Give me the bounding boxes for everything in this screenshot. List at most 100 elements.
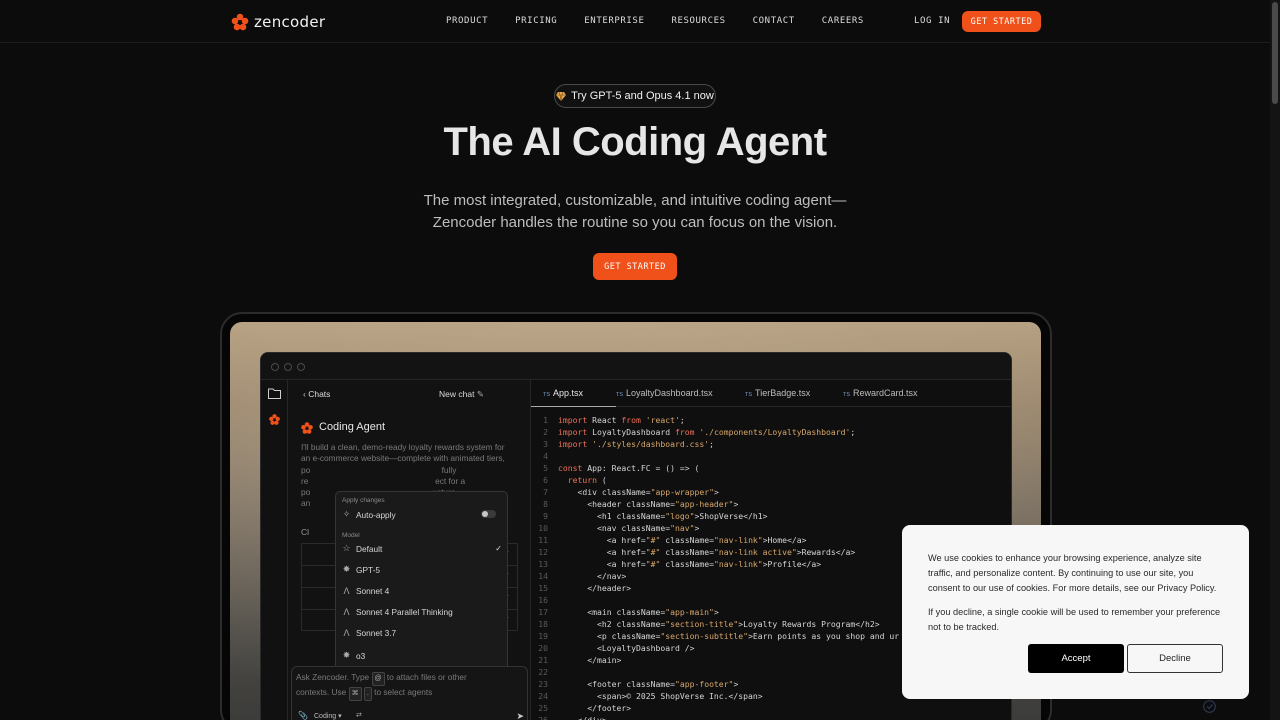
code-text: <main className="app-main"> [558, 607, 719, 617]
anthropic-icon: Λ [343, 628, 350, 638]
line-number: 19 [538, 631, 548, 641]
code-line: 4 [531, 450, 1011, 462]
placeholder-text: Ask Zencoder. Type [296, 672, 370, 682]
placeholder-text: to attach files or other [386, 672, 467, 682]
chat-header: ‹ Chats New chat ✎ [288, 380, 530, 407]
model-option-sonnet-3-7[interactable]: Λ Sonnet 3.7 [342, 628, 502, 638]
decline-cookies-button[interactable]: Decline [1127, 644, 1223, 673]
code-line: 9 <h1 className="logo">ShopVerse</h1> [531, 510, 1011, 522]
mode-selector[interactable]: Coding ▾ [314, 712, 342, 720]
paperclip-icon[interactable]: 📎 [298, 711, 308, 720]
code-line: 6 return ( [531, 474, 1011, 486]
nav-link-careers[interactable]: CAREERS [822, 16, 864, 26]
selected-check-icon: ✓ [495, 544, 502, 553]
brand-name: zencoder [254, 13, 326, 31]
line-number: 11 [538, 535, 548, 545]
model-label: Sonnet 4 Parallel Thinking [356, 607, 453, 617]
code-line: 25 </footer> [531, 702, 1011, 714]
code-text: <a href="#" className="nav-link">Home</a… [558, 535, 807, 545]
checklist-label: Cl [301, 527, 310, 537]
window-titlebar [261, 353, 1011, 380]
model-option-default[interactable]: ☆ Default ✓ [342, 543, 502, 554]
nav-link-pricing[interactable]: PRICING [515, 16, 557, 26]
window-minimize-dot[interactable] [284, 363, 292, 371]
line-number: 20 [538, 643, 548, 653]
line-number: 25 [538, 703, 548, 713]
anthropic-icon: Λ [343, 607, 350, 617]
code-text: const App: React.FC = () => ( [558, 463, 700, 473]
tab-app-tsx[interactable]: TS App.tsx [543, 388, 583, 398]
chat-input[interactable]: Ask Zencoder. Type @ to attach files or … [291, 666, 528, 720]
code-text: </header> [558, 583, 632, 593]
apply-changes-section: Apply changes [342, 497, 385, 504]
placeholder-text: to select agents [374, 687, 433, 697]
anthropic-icon: Λ [343, 586, 350, 596]
nav-link-enterprise[interactable]: ENTERPRISE [584, 16, 644, 26]
line-number: 2 [543, 427, 548, 437]
model-option-o3[interactable]: ✸ o3 [342, 650, 502, 661]
tab-label: App.tsx [553, 388, 584, 398]
chat-input-placeholder: Ask Zencoder. Type @ to attach files or … [296, 671, 506, 701]
tab-reward-card[interactable]: TS RewardCard.tsx [843, 388, 918, 398]
code-text: <h2 className="section-title">Loyalty Re… [558, 619, 880, 629]
page-scrollbar[interactable] [1270, 0, 1280, 720]
window-maximize-dot[interactable] [297, 363, 305, 371]
code-line: 2 import LoyaltyDashboard from './compone… [531, 426, 1011, 438]
model-section: Model [342, 532, 360, 539]
chevron-left-icon: ‹ [303, 389, 306, 399]
openai-icon: ✸ [342, 564, 351, 574]
login-link[interactable]: LOG IN [914, 16, 950, 26]
auto-apply-toggle[interactable] [481, 510, 496, 518]
nav-link-resources[interactable]: RESOURCES [671, 16, 725, 26]
typescript-icon: TS [616, 392, 624, 398]
mode-label: Coding [314, 713, 337, 720]
diamond-icon [556, 91, 567, 101]
typescript-icon: TS [543, 392, 551, 398]
model-label: Default [356, 543, 383, 554]
chat-input-toolbar: 📎 Coding ▾ ⇄ ➤ [296, 711, 524, 720]
openai-icon: ✸ [342, 650, 351, 660]
model-label: Sonnet 4 [356, 586, 390, 596]
line-number: 13 [538, 559, 548, 569]
nav-link-contact[interactable]: CONTACT [753, 16, 795, 26]
nav-link-product[interactable]: PRODUCT [446, 16, 488, 26]
get-started-hero-button[interactable]: GET STARTED [593, 253, 677, 280]
auto-apply-option[interactable]: ✧ Auto-apply [342, 509, 502, 520]
hero-title: The AI Coding Agent [443, 120, 827, 164]
model-option-sonnet-4[interactable]: Λ Sonnet 4 [342, 586, 502, 596]
message-line: re ect for a [301, 475, 466, 486]
line-number: 6 [543, 475, 548, 485]
code-text: import LoyaltyDashboard from './componen… [558, 427, 856, 437]
window-close-dot[interactable] [271, 363, 279, 371]
code-line: 8 <header className="app-header"> [531, 498, 1011, 510]
command-key: ⌘ [348, 687, 362, 701]
cookie-banner: We use cookies to enhance your browsing … [902, 525, 1249, 699]
new-chat-button[interactable]: New chat ✎ [439, 389, 484, 400]
nav-links: PRODUCT PRICING ENTERPRISE RESOURCES CON… [446, 16, 891, 26]
folder-icon[interactable] [268, 388, 281, 399]
ide-window: ‹ Chats New chat ✎ Coding Agent I'll bui… [260, 352, 1012, 720]
brand-logo[interactable]: zencoder [230, 12, 325, 32]
tab-label: RewardCard.tsx [853, 388, 918, 398]
period-key: . [363, 687, 372, 701]
accept-cookies-button[interactable]: Accept [1028, 644, 1124, 673]
message-line: I'll build a clean, demo-ready loyalty r… [301, 442, 505, 452]
send-icon[interactable]: ➤ [516, 711, 524, 720]
scrollbar-thumb[interactable] [1272, 2, 1278, 104]
tab-loyalty-dashboard[interactable]: TS LoyaltyDashboard.tsx [616, 388, 713, 398]
model-option-sonnet-4-parallel[interactable]: Λ Sonnet 4 Parallel Thinking [342, 607, 502, 617]
tab-tier-badge[interactable]: TS TierBadge.tsx [745, 388, 810, 398]
code-text: <h1 className="logo">ShopVerse</h1> [558, 511, 768, 521]
back-to-chats[interactable]: ‹ Chats [303, 389, 330, 399]
model-option-gpt-5[interactable]: ✸ GPT-5 [342, 564, 502, 575]
announcement-pill[interactable]: Try GPT-5 and Opus 4.1 now [554, 84, 716, 108]
pencil-icon: ✎ [476, 389, 484, 399]
cookie-settings-badge[interactable] [1203, 700, 1216, 713]
cookie-text-secondary: If you decline, a single cookie will be … [928, 607, 1221, 632]
code-text: <a href="#" className="nav-link active">… [558, 547, 856, 557]
code-text: <nav className="nav"> [558, 523, 700, 533]
settings-sliders-icon[interactable]: ⇄ [356, 711, 362, 719]
get-started-nav-button[interactable]: GET STARTED [962, 11, 1041, 32]
zencoder-agent-icon[interactable] [268, 413, 281, 426]
model-label: o3 [356, 650, 366, 661]
